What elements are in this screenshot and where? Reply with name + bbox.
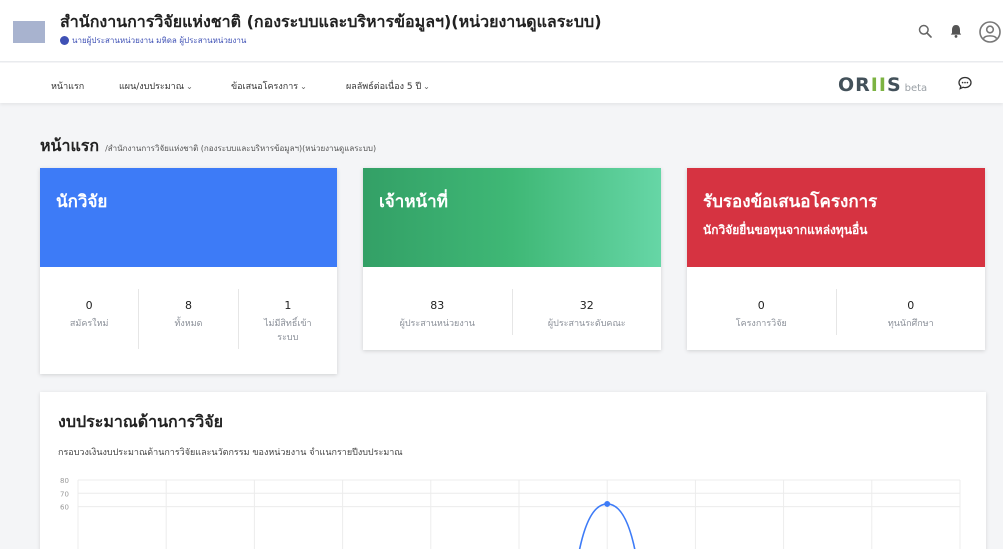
y-tick-label: 60 bbox=[60, 504, 69, 512]
staff-card: เจ้าหน้าที่ 83 ผู้ประสานหน่วยงาน 32 ผู้ป… bbox=[363, 168, 661, 350]
chevron-down-icon: ⌄ bbox=[300, 82, 307, 91]
chevron-down-icon: ⌄ bbox=[423, 82, 430, 91]
chat-icon[interactable] bbox=[958, 76, 972, 90]
staff-stats: 83 ผู้ประสานหน่วยงาน 32 ผู้ประสานระดับคณ… bbox=[363, 267, 661, 335]
budget-line-chart: 80 70 60 bbox=[60, 477, 961, 549]
staff-card-header[interactable]: เจ้าหน้าที่ bbox=[363, 168, 661, 267]
stat-faculty-coordinators[interactable]: 32 ผู้ประสานระดับคณะ bbox=[511, 289, 662, 335]
y-tick-label: 80 bbox=[60, 477, 69, 485]
chevron-down-icon: ⌄ bbox=[186, 82, 193, 91]
main-navbar: หน้าแรก แผน/งบประมาณ ⌄ ข้อเสนอโครงการ ⌄ ผล… bbox=[0, 63, 1003, 103]
nav-proposals[interactable]: ข้อเสนอโครงการ ⌄ bbox=[231, 79, 307, 93]
nav-outcomes[interactable]: ผลลัพธ์ต่อเนื่อง 5 ปี ⌄ bbox=[346, 79, 430, 93]
current-user-label: นายผู้ประสานหน่วยงาน มหิดล ผู้ประสานหน่ว… bbox=[72, 36, 247, 45]
search-icon[interactable] bbox=[918, 24, 932, 38]
oriis-brand-logo: ORIIS beta bbox=[838, 74, 928, 96]
stat-new-applicants[interactable]: 0 สมัครใหม่ bbox=[40, 289, 138, 349]
user-avatar-icon[interactable] bbox=[979, 21, 1001, 43]
organization-logo bbox=[13, 21, 45, 43]
researcher-card-header[interactable]: นักวิจัย bbox=[40, 168, 337, 267]
y-tick-label: 70 bbox=[60, 490, 69, 498]
user-icon bbox=[60, 36, 69, 45]
breadcrumb-path: /สำนักงานการวิจัยแห่งชาติ (กองระบบและบริ… bbox=[105, 144, 377, 153]
nav-plan-budget[interactable]: แผน/งบประมาณ ⌄ bbox=[119, 79, 193, 93]
researcher-stats: 0 สมัครใหม่ 8 ทั้งหมด 1 ไม่มีสิทธิ์เข้าร… bbox=[40, 267, 337, 349]
research-budget-panel: งบประมาณด้านการวิจัย กรอบวงเงินงบประมาณด… bbox=[40, 392, 986, 549]
bell-icon[interactable] bbox=[950, 24, 962, 38]
budget-title: งบประมาณด้านการวิจัย bbox=[58, 412, 223, 431]
budget-subtitle: กรอบวงเงินงบประมาณด้านการวิจัยและนวัตกรร… bbox=[58, 448, 403, 458]
researcher-card: นักวิจัย 0 สมัครใหม่ 8 ทั้งหมด 1 ไม่มีสิ… bbox=[40, 168, 337, 374]
proposal-stats: 0 โครงการวิจัย 0 ทุนนักศึกษา bbox=[687, 267, 985, 335]
nav-home[interactable]: หน้าแรก bbox=[51, 79, 84, 93]
stat-research-projects[interactable]: 0 โครงการวิจัย bbox=[687, 289, 836, 335]
proposal-endorsement-card-header[interactable]: รับรองข้อเสนอโครงการ นักวิจัยยื่นขอทุนจา… bbox=[687, 168, 985, 267]
stat-no-access[interactable]: 1 ไม่มีสิทธิ์เข้าระบบ bbox=[237, 289, 337, 349]
data-point bbox=[604, 500, 611, 507]
top-header: สำนักงานการวิจัยแห่งชาติ (กองระบบและบริห… bbox=[0, 0, 1003, 62]
organization-title: สำนักงานการวิจัยแห่งชาติ (กองระบบและบริห… bbox=[60, 12, 602, 31]
stat-unit-coordinators[interactable]: 83 ผู้ประสานหน่วยงาน bbox=[363, 289, 512, 335]
current-user: นายผู้ประสานหน่วยงาน มหิดล ผู้ประสานหน่ว… bbox=[60, 34, 246, 47]
stat-all-researchers[interactable]: 8 ทั้งหมด bbox=[138, 289, 237, 349]
page-title: หน้าแรก bbox=[40, 136, 100, 155]
breadcrumb: หน้าแรก /สำนักงานการวิจัยแห่งชาติ (กองระ… bbox=[40, 134, 376, 159]
proposal-endorsement-card: รับรองข้อเสนอโครงการ นักวิจัยยื่นขอทุนจา… bbox=[687, 168, 985, 350]
stat-student-grants[interactable]: 0 ทุนนักศึกษา bbox=[835, 289, 986, 335]
